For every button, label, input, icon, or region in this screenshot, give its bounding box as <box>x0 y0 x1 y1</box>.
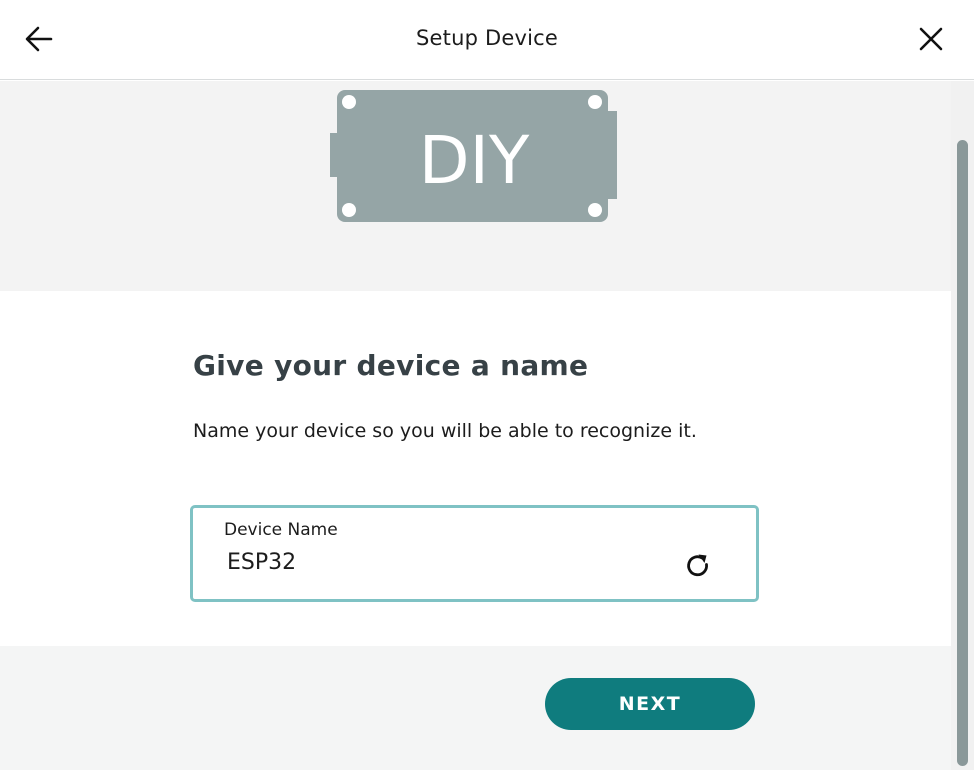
page-title: Setup Device <box>415 26 559 50</box>
device-name-input[interactable] <box>227 550 657 575</box>
scrollbar-thumb[interactable] <box>957 140 968 766</box>
form-subtitle: Name your device so you will be able to … <box>193 420 697 442</box>
device-name-label: Device Name <box>224 520 338 540</box>
name-form-section: Give your device a name Name your device… <box>193 349 773 442</box>
diy-board-icon: DIY <box>330 90 617 222</box>
device-name-field[interactable]: Device Name <box>190 505 759 602</box>
close-icon <box>919 27 943 51</box>
scrollbar-track[interactable] <box>951 81 974 770</box>
refresh-name-button[interactable] <box>684 552 712 580</box>
board-label: DIY <box>419 122 530 199</box>
dialog-header: Setup Device <box>0 0 974 80</box>
form-title: Give your device a name <box>193 349 589 382</box>
dialog-footer: NEXT <box>0 646 951 770</box>
dialog-content: DIY Give your device a name Name your de… <box>0 81 951 770</box>
close-button[interactable] <box>914 22 948 56</box>
device-illustration-banner: DIY <box>0 81 951 291</box>
refresh-icon <box>687 554 708 577</box>
next-button[interactable]: NEXT <box>545 678 755 730</box>
